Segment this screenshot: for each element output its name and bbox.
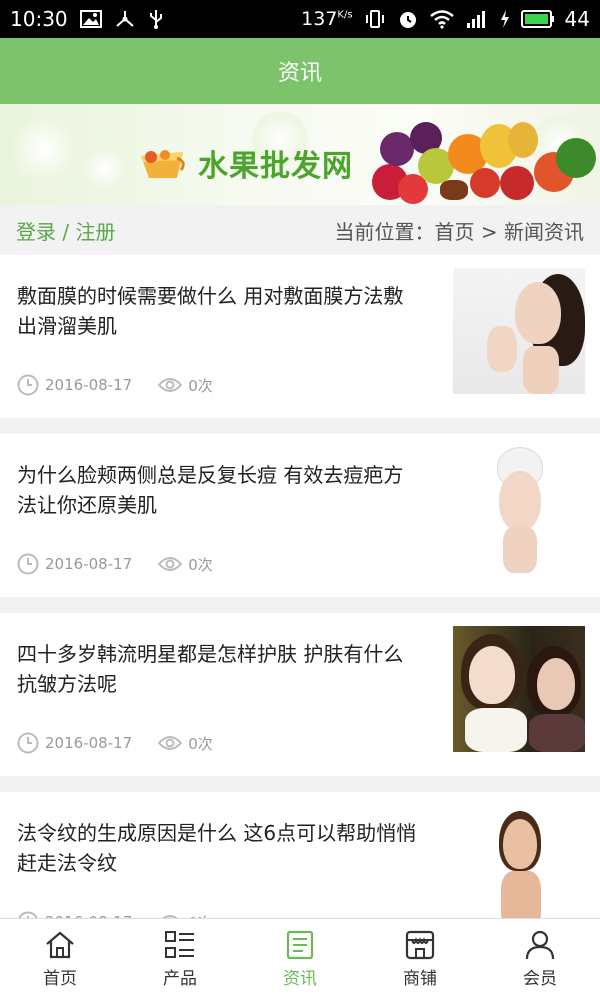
banner-site-name: 水果批发网 xyxy=(198,149,353,184)
news-date: 2016-08-17 xyxy=(45,376,133,394)
register-link[interactable]: 注册 xyxy=(75,220,115,244)
page-title: 资讯 xyxy=(277,61,322,86)
tab-news[interactable]: 资讯 xyxy=(240,919,360,1000)
battery-level: 44 xyxy=(564,7,590,31)
auth-separator: / xyxy=(62,219,70,244)
user-icon xyxy=(525,930,555,960)
clock-icon xyxy=(17,553,39,575)
tab-shop[interactable]: 商铺 xyxy=(360,919,480,1000)
news-meta: 2016-08-17 0次 xyxy=(17,732,213,754)
breadcrumb-label: 当前位置： xyxy=(334,219,435,244)
news-meta: 2016-08-17 0次 xyxy=(17,553,213,575)
tab-label: 商铺 xyxy=(403,969,437,989)
news-date: 2016-08-17 xyxy=(45,734,133,752)
tab-label: 产品 xyxy=(163,969,197,989)
usb-icon xyxy=(148,8,164,30)
status-right: 137K/s 44 xyxy=(301,7,590,31)
bottom-tab-bar: 首页 产品 资讯 商铺 会员 xyxy=(0,918,600,1000)
news-title: 四十多岁韩流明星都是怎样护肤 护肤有什么抗皱方法呢 xyxy=(17,642,404,696)
tab-home[interactable]: 首页 xyxy=(0,919,120,1000)
shop-icon xyxy=(405,930,435,960)
tab-label: 资讯 xyxy=(283,969,317,989)
home-icon xyxy=(46,931,74,959)
news-thumbnail[interactable] xyxy=(453,268,585,394)
network-speed: 137K/s xyxy=(301,8,353,30)
news-item[interactable]: 四十多岁韩流明星都是怎样护肤 护肤有什么抗皱方法呢 2016-08-17 0次 xyxy=(0,613,600,776)
auth-links: 登录 / 注册 xyxy=(16,216,115,245)
news-thumbnail[interactable] xyxy=(453,805,585,931)
app-header: 资讯 xyxy=(0,38,600,104)
login-link[interactable]: 登录 xyxy=(16,220,56,244)
news-thumbnail[interactable] xyxy=(453,626,585,752)
status-left: 10:30 xyxy=(10,7,164,31)
news-views: 0次 xyxy=(188,555,213,574)
news-item[interactable]: 为什么脸颊两侧总是反复长痘 有效去痘疤方法让你还原美肌 2016-08-17 0… xyxy=(0,434,600,597)
status-bar: 10:30 137K/s 44 xyxy=(0,0,600,38)
breadcrumb-row: 登录 / 注册 当前位置：首页 > 新闻资讯 xyxy=(0,205,600,255)
news-thumbnail[interactable] xyxy=(453,447,585,573)
tab-label: 首页 xyxy=(43,969,77,989)
network-share-icon xyxy=(114,9,136,29)
tab-label: 会员 xyxy=(523,969,557,989)
news-icon xyxy=(286,930,314,960)
status-time: 10:30 xyxy=(10,7,68,31)
breadcrumb-current: 新闻资讯 xyxy=(504,219,584,244)
news-meta: 2016-08-17 0次 xyxy=(17,374,213,396)
charging-icon xyxy=(499,9,511,29)
tab-member[interactable]: 会员 xyxy=(480,919,600,1000)
news-title: 为什么脸颊两侧总是反复长痘 有效去痘疤方法让你还原美肌 xyxy=(17,463,404,517)
breadcrumb-separator: > xyxy=(480,219,498,244)
news-title: 法令纹的生成原因是什么 这6点可以帮助悄悄赶走法令纹 xyxy=(17,821,417,875)
juice-cup-icon xyxy=(141,150,185,178)
eye-icon xyxy=(158,736,183,750)
signal-icon xyxy=(465,9,489,29)
breadcrumb: 当前位置：首页 > 新闻资讯 xyxy=(335,216,584,245)
vibrate-icon xyxy=(363,9,387,29)
news-item[interactable]: 敷面膜的时候需要做什么 用对敷面膜方法敷出滑溜美肌 2016-08-17 0次 xyxy=(0,255,600,418)
battery-icon xyxy=(520,10,555,28)
news-views: 0次 xyxy=(188,376,213,395)
clock-icon xyxy=(17,374,39,396)
breadcrumb-home[interactable]: 首页 xyxy=(435,220,475,244)
news-date: 2016-08-17 xyxy=(45,555,133,573)
news-views: 0次 xyxy=(188,734,213,753)
alarm-icon xyxy=(397,8,419,30)
clock-icon xyxy=(17,732,39,754)
wifi-icon xyxy=(429,9,455,29)
image-icon xyxy=(79,10,102,28)
news-title: 敷面膜的时候需要做什么 用对敷面膜方法敷出滑溜美肌 xyxy=(17,284,404,338)
eye-icon xyxy=(158,557,183,571)
tab-products[interactable]: 产品 xyxy=(120,919,240,1000)
eye-icon xyxy=(158,378,183,392)
site-banner[interactable]: 水果批发网 xyxy=(0,104,600,205)
grid-list-icon xyxy=(165,931,194,958)
